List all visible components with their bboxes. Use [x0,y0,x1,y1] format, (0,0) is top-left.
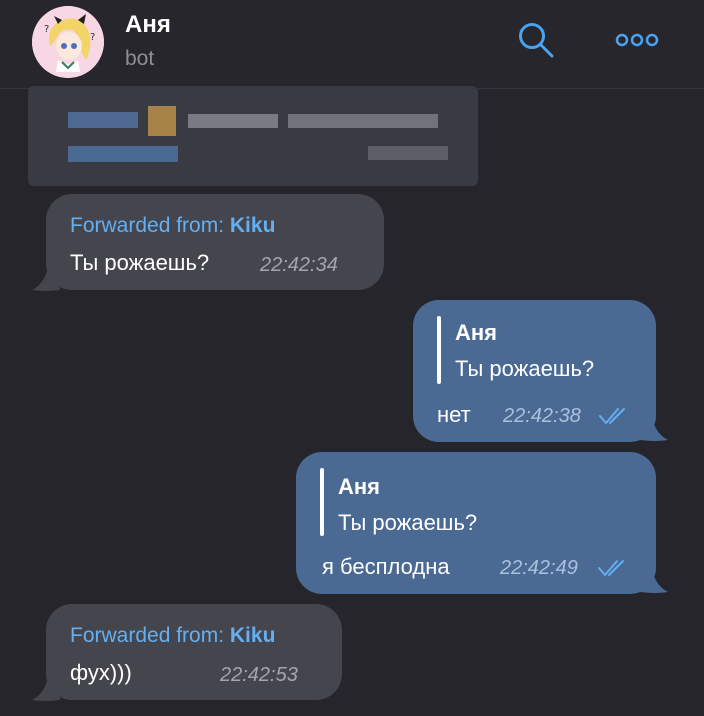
forwarded-header[interactable]: Forwarded from: Kiku [70,214,275,238]
reply-text: Ты рожаешь? [455,356,595,381]
chat-title[interactable]: Аня [125,11,171,39]
avatar[interactable]: ? ? [32,6,104,78]
more-button[interactable] [614,28,660,52]
message-time: 22:42:38 [503,405,581,427]
message-text: нет [437,402,471,427]
bubble-tail [32,678,60,701]
forwarded-name[interactable]: Kiku [230,214,276,237]
svg-text:?: ? [90,32,95,43]
message-text: Ты рожаешь? [70,250,210,275]
reply-bar [320,468,324,536]
forwarded-prefix: Forwarded from: [70,624,230,647]
message-text: фух))) [70,660,132,685]
censored-message [28,86,478,186]
message-incoming[interactable]: Forwarded from: Kiku Ты рожаешь? 22:42:3… [46,194,384,290]
double-check-icon [598,560,624,576]
message-time: 22:42:53 [220,664,298,686]
avatar-image: ? ? [32,6,104,78]
message-time: 22:42:49 [500,557,578,579]
bubble-tail [32,268,60,291]
svg-text:?: ? [44,24,49,35]
reply-author: Аня [455,320,498,345]
chat-subtitle: bot [125,47,155,70]
message-outgoing[interactable]: Аня Ты рожаешь? нет 22:42:38 [413,300,656,442]
reply-author: Аня [338,474,381,499]
double-check-icon [599,408,625,424]
search-button[interactable] [516,20,556,60]
reply-text: Ты рожаешь? [338,510,478,535]
reply-bar [437,316,441,384]
chat-header: ? ? Аня bot [0,0,704,89]
message-text: я бесплодна [322,554,450,579]
message-time: 22:42:34 [260,254,338,276]
bubble-tail [640,418,668,441]
message-outgoing[interactable]: Аня Ты рожаешь? я бесплодна 22:42:49 [296,452,656,594]
search-icon [519,23,554,58]
forwarded-prefix: Forwarded from: [70,214,230,237]
message-incoming[interactable]: Forwarded from: Kiku фух))) 22:42:53 [46,604,342,700]
forwarded-name[interactable]: Kiku [230,624,276,647]
bubble-tail [640,570,668,593]
forwarded-header[interactable]: Forwarded from: Kiku [70,624,275,648]
more-horizontal-icon [615,33,659,47]
